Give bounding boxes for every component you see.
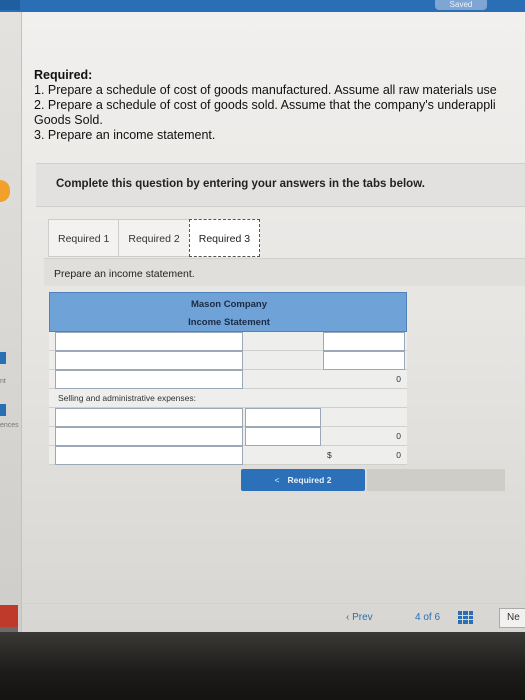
computed-total: 0 <box>396 374 401 384</box>
mid-cell <box>245 332 321 351</box>
sidebar-marker <box>0 352 6 364</box>
prev-label: Prev <box>352 612 373 623</box>
currency-symbol: $ <box>327 450 332 460</box>
statement-title: Income Statement <box>188 317 270 328</box>
company-name: Mason Company <box>190 299 267 310</box>
label-input[interactable] <box>55 332 243 351</box>
amount-input[interactable] <box>323 332 405 351</box>
table-row <box>49 351 407 370</box>
mid-cell <box>245 370 321 389</box>
monitor-bezel <box>0 632 525 700</box>
sidebar-marker <box>0 404 6 416</box>
income-statement-table: Mason Company Income Statement 0 Selling… <box>49 292 407 465</box>
sidebar-item-fragment[interactable]: nt <box>0 378 6 385</box>
section-label: Selling and administrative expenses: <box>58 393 196 403</box>
top-left-badge <box>0 0 20 10</box>
sidebar-item-references[interactable]: ences <box>0 422 19 429</box>
label-input[interactable] <box>55 446 243 465</box>
required-item: 3. Prepare an income statement. <box>34 128 216 142</box>
amount-input[interactable] <box>245 427 321 446</box>
prev-button[interactable]: ‹ Prev <box>346 612 373 623</box>
required-item: Goods Sold. <box>34 113 103 127</box>
label-input[interactable] <box>55 370 243 389</box>
tab-required-2[interactable]: Required 2 <box>118 219 189 257</box>
amount-input[interactable] <box>323 351 405 370</box>
required-item: 1. Prepare a schedule of cost of goods m… <box>34 83 497 97</box>
grid-icon[interactable] <box>458 611 473 624</box>
instruction-text: Complete this question by entering your … <box>56 178 425 190</box>
back-button-label: Required 2 <box>287 475 332 485</box>
label-input[interactable] <box>55 408 243 427</box>
tab-required-3[interactable]: Required 3 <box>188 219 261 257</box>
right-cell <box>323 389 405 408</box>
label-input[interactable] <box>55 427 243 446</box>
tab-required-1[interactable]: Required 1 <box>48 219 119 257</box>
footer-divider <box>22 603 525 604</box>
table-row: Selling and administrative expenses: <box>49 389 407 408</box>
required-item: 2. Prepare a schedule of cost of goods s… <box>34 98 496 112</box>
right-cell <box>323 408 405 427</box>
brand-logo <box>0 605 18 627</box>
prompt-bar: Prepare an income statement. <box>44 258 525 286</box>
amount-input[interactable] <box>245 408 321 427</box>
computed-total: $ 0 <box>323 446 405 465</box>
computed-total: 0 <box>396 431 401 441</box>
table-row <box>49 408 407 427</box>
page-indicator: 4 of 6 <box>415 612 441 623</box>
table-row: 0 <box>49 370 407 389</box>
next-button[interactable]: Ne <box>499 608 525 628</box>
instruction-bar: Complete this question by entering your … <box>36 163 525 207</box>
sidebar-active-tab[interactable] <box>0 180 10 202</box>
statement-header: Mason Company Income Statement <box>49 292 407 332</box>
prompt-text: Prepare an income statement. <box>54 268 195 280</box>
table-row: $ 0 <box>49 446 407 465</box>
back-required-2-button[interactable]: < Required 2 <box>241 469 365 491</box>
forward-button-placeholder <box>367 469 505 491</box>
table-row <box>49 332 407 351</box>
required-section: Required: 1. Prepare a schedule of cost … <box>34 68 525 143</box>
left-sidebar: nt ences <box>0 12 22 632</box>
mid-cell <box>245 446 321 465</box>
saved-indicator: Saved <box>435 0 487 10</box>
chevron-left-icon: < <box>274 475 280 485</box>
mid-cell <box>245 389 321 408</box>
requirement-tabs: Required 1 Required 2 Required 3 <box>48 219 261 257</box>
required-heading: Required: <box>34 68 93 82</box>
table-row: 0 <box>49 427 407 446</box>
mid-cell <box>245 351 321 370</box>
label-input[interactable] <box>55 351 243 370</box>
